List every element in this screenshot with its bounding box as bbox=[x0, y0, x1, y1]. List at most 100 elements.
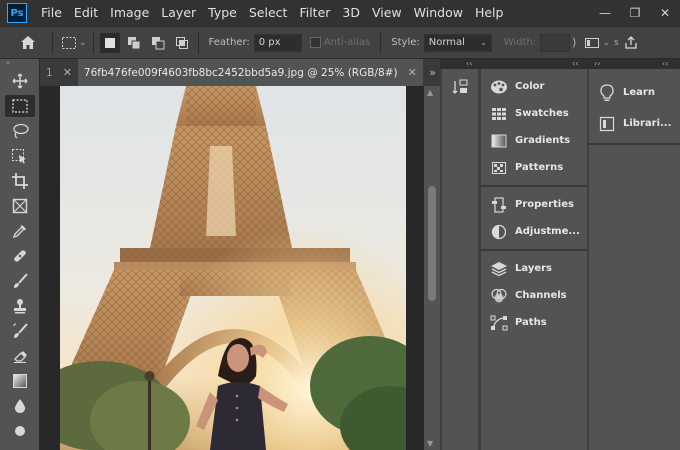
intersect-selection-icon[interactable] bbox=[172, 33, 192, 53]
dodge-tool[interactable] bbox=[0, 418, 40, 443]
lasso-icon bbox=[13, 123, 29, 139]
width-label: Width: bbox=[503, 37, 537, 48]
style-select[interactable]: Normal ⌄ bbox=[423, 33, 492, 52]
panel-paths[interactable]: Paths bbox=[481, 309, 587, 336]
photoshop-logo[interactable]: Ps bbox=[7, 3, 27, 23]
clone-stamp-tool[interactable] bbox=[0, 293, 40, 318]
object-selection-tool[interactable] bbox=[0, 143, 40, 168]
patterns-icon bbox=[489, 159, 509, 177]
panels-column: Color Swatches Gradients Patterns Proper… bbox=[481, 69, 587, 450]
document-tabs: 1 ✕ 76fb476fe009f4603fb8bc2452bbd5a9.jpg… bbox=[40, 59, 440, 86]
history-brush-tool[interactable] bbox=[0, 318, 40, 343]
panel-label: Librari... bbox=[623, 118, 672, 129]
expand-icon[interactable]: ›› bbox=[594, 59, 600, 69]
menu-file[interactable]: File bbox=[35, 0, 68, 26]
learn-panel-column: Learn Librari... bbox=[589, 69, 680, 450]
marquee-tool[interactable] bbox=[0, 93, 40, 118]
subtract-selection-icon[interactable] bbox=[148, 33, 168, 53]
panel-gradients[interactable]: Gradients bbox=[481, 127, 587, 154]
blur-tool[interactable] bbox=[0, 393, 40, 418]
move-icon bbox=[12, 73, 28, 88]
scroll-down-icon[interactable]: ▼ bbox=[427, 439, 433, 448]
properties-icon bbox=[489, 196, 509, 214]
swap-icon[interactable]: ⟩ bbox=[572, 36, 576, 49]
menu-type[interactable]: Type bbox=[202, 0, 243, 26]
marquee-preset-icon[interactable] bbox=[59, 33, 79, 53]
panel-patterns[interactable]: Patterns bbox=[481, 154, 587, 181]
scroll-up-icon[interactable]: ▲ bbox=[427, 88, 433, 97]
brush-tool[interactable] bbox=[0, 268, 40, 293]
panel-label: Gradients bbox=[515, 135, 571, 146]
collapse-icon[interactable]: » bbox=[0, 59, 39, 68]
properties-panel-group: Properties Adjustme... bbox=[481, 187, 587, 251]
add-selection-icon[interactable] bbox=[124, 33, 144, 53]
eraser-tool[interactable] bbox=[0, 343, 40, 368]
history-icon[interactable] bbox=[442, 73, 478, 100]
close-icon[interactable]: ✕ bbox=[63, 66, 72, 79]
swatches-icon bbox=[489, 105, 509, 123]
panel-color[interactable]: Color bbox=[481, 73, 587, 100]
menu-bar: Ps File Edit Image Layer Type Select Fil… bbox=[0, 0, 680, 26]
panel-label: Color bbox=[515, 81, 545, 92]
vertical-scrollbar[interactable]: ▲ ▼ bbox=[424, 86, 440, 450]
menu-view[interactable]: View bbox=[366, 0, 408, 26]
feather-input[interactable]: 0 px bbox=[253, 33, 302, 52]
tab-label: 1 bbox=[46, 66, 53, 79]
minimize-button[interactable]: — bbox=[590, 0, 620, 26]
menu-layer[interactable]: Layer bbox=[155, 0, 202, 26]
menu-help[interactable]: Help bbox=[469, 0, 510, 26]
collapse-icon[interactable]: ‹‹ bbox=[662, 59, 668, 69]
chevron-down-icon[interactable]: ⌄ bbox=[602, 38, 610, 48]
new-selection-icon[interactable] bbox=[99, 32, 120, 53]
canvas-area[interactable] bbox=[40, 86, 424, 450]
tools-panel: » bbox=[0, 59, 40, 450]
menu-select[interactable]: Select bbox=[243, 0, 294, 26]
panel-properties[interactable]: Properties bbox=[481, 191, 587, 218]
move-tool[interactable] bbox=[0, 68, 40, 93]
close-icon[interactable]: ✕ bbox=[408, 66, 417, 79]
collapse-icon[interactable]: ‹‹ bbox=[466, 59, 472, 69]
menu-3d[interactable]: 3D bbox=[336, 0, 366, 26]
brush-icon bbox=[14, 272, 28, 288]
antialias-checkbox[interactable] bbox=[309, 37, 321, 48]
panel-learn[interactable]: Learn bbox=[589, 77, 680, 108]
panel-swatches[interactable]: Swatches bbox=[481, 100, 587, 127]
close-button[interactable]: ✕ bbox=[650, 0, 680, 26]
home-icon[interactable] bbox=[18, 33, 38, 53]
panel-layers[interactable]: Layers bbox=[481, 255, 587, 282]
tab-previous-document[interactable]: 1 ✕ bbox=[40, 59, 78, 86]
width-input[interactable] bbox=[540, 33, 571, 52]
panel-channels[interactable]: Channels bbox=[481, 282, 587, 309]
more-options-icon[interactable]: s bbox=[614, 38, 619, 48]
healing-brush-tool[interactable] bbox=[0, 243, 40, 268]
panel-label: Paths bbox=[515, 317, 547, 328]
collapse-icon[interactable]: ‹‹ bbox=[572, 59, 578, 69]
gradient-icon bbox=[13, 373, 27, 388]
gradient-tool[interactable] bbox=[0, 368, 40, 393]
panel-adjustments[interactable]: Adjustme... bbox=[481, 218, 587, 245]
crop-tool[interactable] bbox=[0, 168, 40, 193]
panel-libraries[interactable]: Librari... bbox=[589, 108, 680, 139]
menu-image[interactable]: Image bbox=[104, 0, 155, 26]
dodge-icon bbox=[15, 425, 25, 436]
share-icon[interactable] bbox=[621, 33, 641, 53]
lasso-tool[interactable] bbox=[0, 118, 40, 143]
scrollbar-thumb[interactable] bbox=[428, 186, 436, 301]
eyedropper-tool[interactable] bbox=[0, 218, 40, 243]
tab-active-document[interactable]: 76fb476fe009f4603fb8bc2452bbd5a9.jpg @ 2… bbox=[77, 59, 423, 86]
restore-button[interactable]: ❐ bbox=[620, 0, 650, 26]
antialias-label: Anti-alias bbox=[323, 37, 371, 48]
drop-icon bbox=[14, 398, 26, 413]
panel-label: Patterns bbox=[515, 162, 564, 173]
menu-window[interactable]: Window bbox=[408, 0, 469, 26]
menu-filter[interactable]: Filter bbox=[293, 0, 336, 26]
select-mask-icon[interactable] bbox=[582, 33, 602, 53]
menu-edit[interactable]: Edit bbox=[68, 0, 104, 26]
chevron-down-icon[interactable]: ⌄ bbox=[79, 38, 87, 48]
libraries-icon bbox=[597, 115, 617, 133]
adjustments-icon bbox=[489, 223, 509, 241]
frame-tool[interactable] bbox=[0, 193, 40, 218]
layers-icon bbox=[489, 260, 509, 278]
tabs-overflow-icon[interactable]: » bbox=[429, 59, 436, 86]
healing-brush-icon bbox=[14, 249, 26, 262]
